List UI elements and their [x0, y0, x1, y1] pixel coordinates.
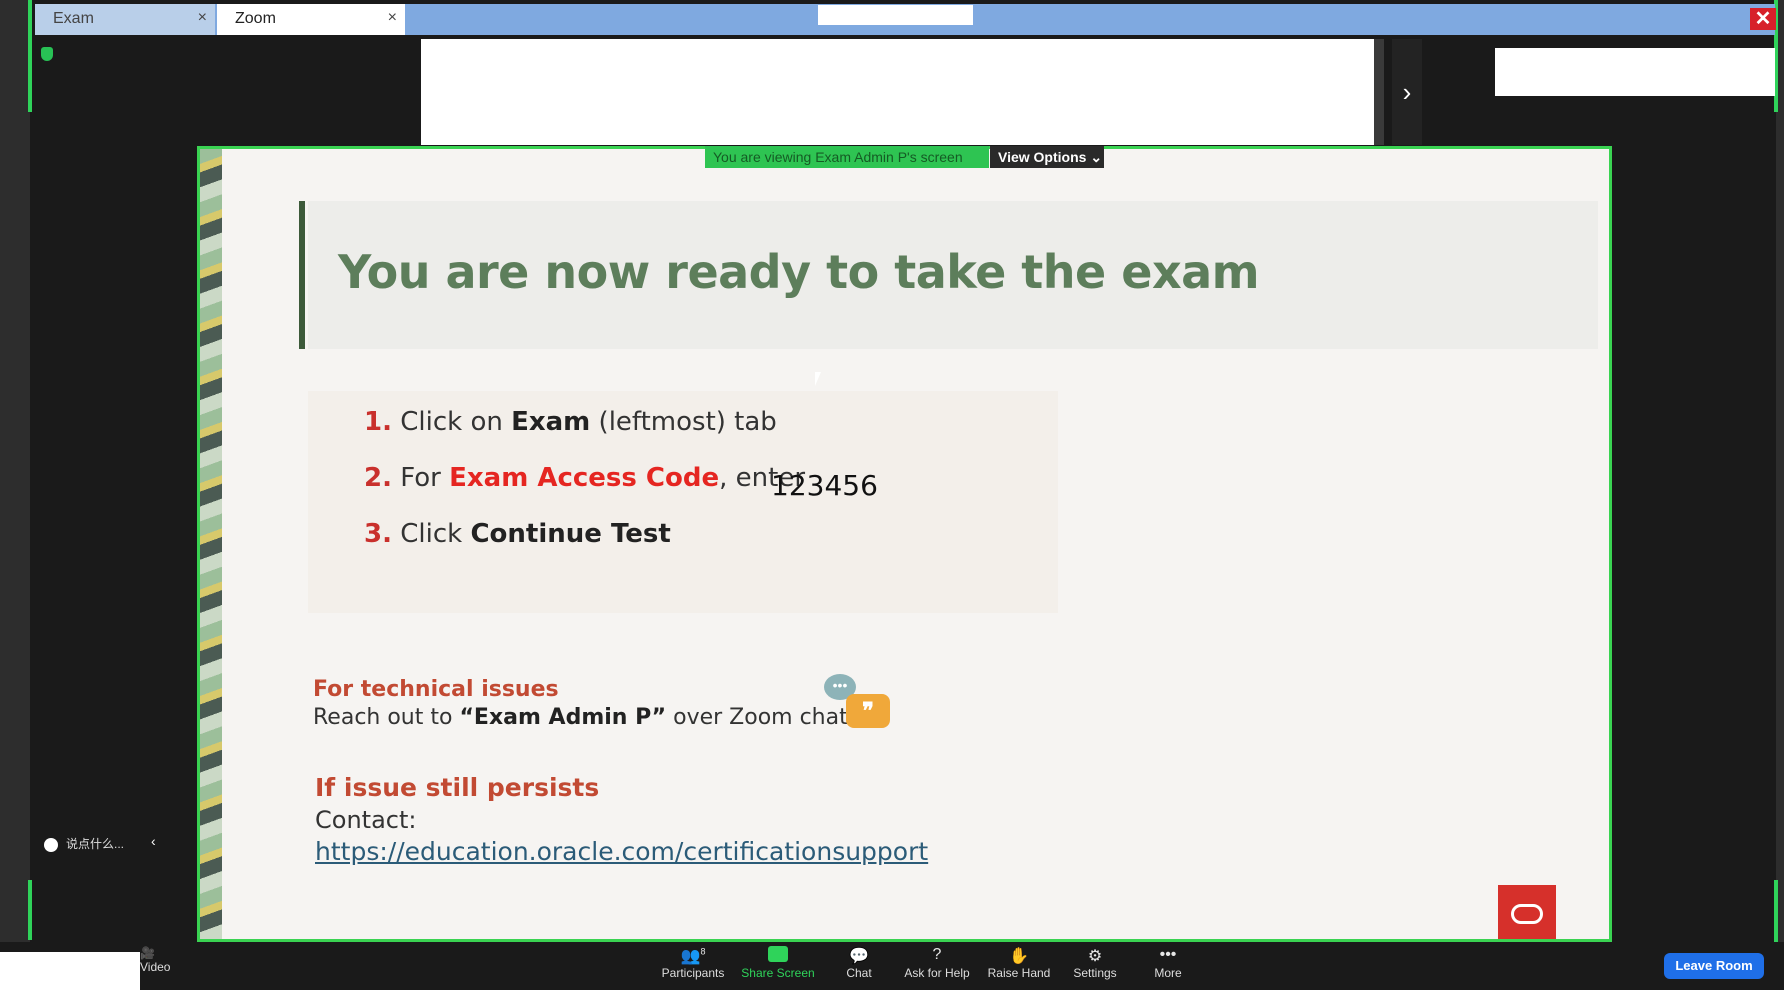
green-marker: [28, 880, 32, 940]
step-text: Click on: [400, 407, 512, 437]
oracle-logo: [1498, 885, 1556, 939]
step-text: (leftmost) tab: [590, 407, 777, 437]
close-icon[interactable]: ×: [388, 9, 397, 27]
chat-icon: 💬: [849, 948, 869, 965]
tech-issues-text: Reach out to “Exam Admin P” over Zoom ch…: [313, 705, 848, 730]
share-screen-label: Share Screen: [741, 966, 815, 980]
redacted-area: [0, 952, 140, 990]
chat-input[interactable]: 说点什么... ‹: [44, 833, 156, 852]
step-text: For: [400, 463, 450, 493]
step-item: 2. For Exam Access Code, enter: [364, 463, 805, 493]
zoom-app: Exam × Zoom × ✕ › You are now ready to t…: [0, 0, 1784, 990]
redacted-area: [818, 5, 973, 25]
tab-zoom[interactable]: Zoom ×: [217, 4, 405, 35]
ask-for-help-label: Ask for Help: [904, 966, 970, 980]
step-number: 3.: [364, 519, 392, 549]
tab-label: Zoom: [235, 10, 276, 27]
video-thumbnail: [1374, 39, 1384, 145]
participants-button[interactable]: 👥8 Participants: [648, 946, 738, 980]
step-emphasis: Exam Access Code: [449, 463, 720, 493]
tech-issues-heading: For technical issues: [313, 677, 559, 702]
ask-for-help-button[interactable]: ? Ask for Help: [892, 946, 982, 980]
persist-heading: If issue still persists: [315, 773, 600, 802]
video-button[interactable]: 🎥 Video: [140, 946, 170, 974]
decorative-pattern: [200, 149, 222, 939]
slide-title: You are now ready to take the exam: [338, 245, 1260, 299]
tech-text: Reach out to: [313, 705, 460, 730]
tech-text: over Zoom chat: [666, 705, 848, 730]
participants-label: Participants: [661, 966, 725, 980]
shield-icon: [41, 47, 53, 61]
raise-hand-label: Raise Hand: [987, 966, 1051, 980]
close-icon[interactable]: ×: [198, 9, 207, 27]
emoji-icon[interactable]: [44, 837, 58, 852]
quote-bubble-icon: ❞: [846, 694, 890, 728]
tech-admin-name: “Exam Admin P”: [459, 705, 667, 730]
collapse-icon[interactable]: ‹: [151, 833, 156, 849]
access-code: 123456: [771, 469, 878, 502]
video-icon: 🎥: [140, 946, 155, 960]
step-number: 1.: [364, 407, 392, 437]
leave-room-button[interactable]: Leave Room: [1664, 953, 1764, 979]
title-accent-bar: [299, 201, 305, 349]
chat-placeholder: 说点什么...: [66, 837, 125, 851]
step-emphasis: Exam: [511, 407, 591, 437]
video-label: Video: [140, 960, 171, 974]
support-link[interactable]: https://education.oracle.com/certificati…: [315, 837, 928, 866]
participant-video-strip: [421, 39, 1374, 145]
chat-label: Chat: [846, 966, 872, 980]
right-edge: [1776, 0, 1784, 990]
participants-count: 8: [700, 946, 706, 957]
shared-screen: You are now ready to take the exam 1. Cl…: [197, 146, 1612, 942]
share-screen-button[interactable]: Share Screen: [733, 946, 823, 980]
chevron-right-icon[interactable]: ›: [1392, 39, 1422, 145]
more-button[interactable]: ••• More: [1123, 946, 1213, 980]
share-screen-icon: [733, 946, 823, 964]
step-emphasis: Continue Test: [470, 519, 671, 549]
contact-label: Contact:: [315, 806, 417, 834]
step-item: 1. Click on Exam (leftmost) tab: [364, 407, 777, 437]
step-number: 2.: [364, 463, 392, 493]
tab-label: Exam: [53, 10, 94, 27]
settings-label: Settings: [1073, 966, 1117, 980]
more-icon: •••: [1159, 946, 1177, 963]
step-text: Click: [400, 519, 471, 549]
more-label: More: [1154, 966, 1182, 980]
left-edge: [0, 0, 30, 990]
view-options-button[interactable]: View Options ⌄: [990, 146, 1104, 168]
step-item: 3. Click Continue Test: [364, 519, 671, 549]
window-close-button[interactable]: ✕: [1750, 8, 1776, 30]
participants-icon: 👥8: [680, 946, 706, 965]
tab-exam[interactable]: Exam ×: [35, 4, 215, 35]
green-marker: [28, 0, 32, 112]
help-icon: ?: [932, 946, 942, 963]
screen-share-status: You are viewing Exam Admin P's screen: [705, 146, 989, 168]
chat-button[interactable]: 💬 Chat: [814, 946, 904, 980]
redacted-area: [1495, 48, 1775, 96]
mouse-cursor-icon: [815, 372, 827, 386]
